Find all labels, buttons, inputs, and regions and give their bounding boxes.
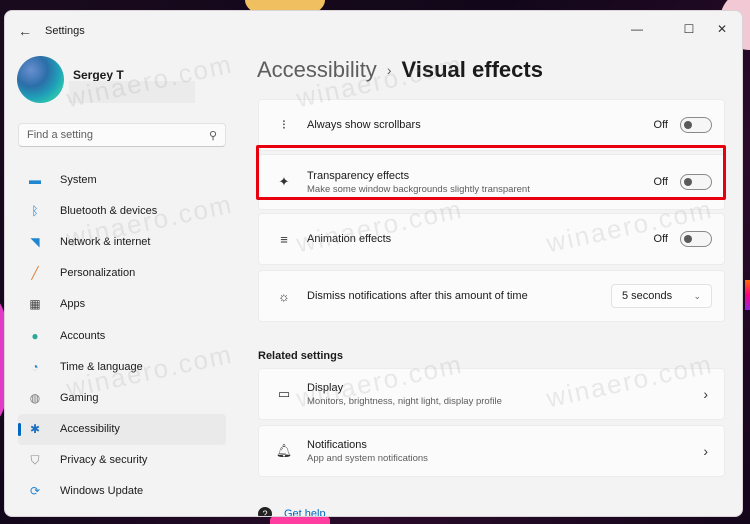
breadcrumb-parent[interactable]: Accessibility — [257, 57, 377, 83]
shield-icon: ⛉ — [30, 452, 40, 467]
related-description: Monitors, brightness, night light, displ… — [307, 395, 502, 407]
dismiss-notifications-label: Dismiss notifications after this amount … — [307, 290, 528, 302]
sidebar-item-apps[interactable]: ▦ Apps — [18, 289, 226, 320]
sidebar-item-label: Apps — [60, 298, 86, 311]
sidebar-item-label: Personalization — [60, 267, 136, 280]
system-icon: ▬ — [29, 172, 41, 187]
apps-icon: ▦ — [29, 297, 41, 312]
profile-email-redacted — [69, 81, 195, 103]
breadcrumb-separator-icon: › — [386, 62, 392, 78]
minimize-button[interactable]: — — [622, 17, 652, 41]
sidebar-item-personalization[interactable]: ╱ Personalization — [18, 258, 226, 289]
toggle-state-label: Off — [653, 119, 668, 131]
chevron-down-icon: ⌄ — [693, 290, 701, 301]
sidebar-item-accessibility[interactable]: ✱ Accessibility — [18, 413, 226, 445]
toggle-switch[interactable] — [680, 231, 712, 247]
back-arrow-icon: ← — [18, 23, 32, 39]
toggle-state-label: Off — [653, 233, 668, 245]
wifi-icon: ◥ — [30, 234, 40, 249]
toggle-switch[interactable] — [680, 174, 712, 190]
wallpaper-blob — [745, 280, 750, 310]
related-notifications-link[interactable]: 🔔︎ Notifications App and system notificati… — [258, 425, 725, 477]
notification-timer-icon: ☼ — [278, 288, 290, 304]
transparency-effectscard: ✦ Transparency effects Make some window ba… — [258, 154, 725, 210]
animation-effectscard: ≡ Animation effects Off — [258, 213, 725, 265]
toggle-state-label: Off — [653, 176, 668, 188]
animation-icon: ≡ — [280, 231, 288, 247]
sidebar-item-label: System — [60, 173, 97, 186]
setting-title: Always show scrollbars — [307, 119, 421, 131]
sidebar-item-label: Network & internet — [60, 235, 151, 248]
sidebar-item-time-language[interactable]: ◔ Time & language — [18, 351, 226, 382]
bluetooth-icon: ᛒ — [31, 203, 39, 218]
sidebar-item-label: Time & language — [60, 360, 143, 373]
setting-description: Make some window backgrounds slightly tr… — [307, 183, 530, 195]
search-box[interactable]: ⚲ — [18, 123, 226, 147]
sidebar-item-accounts[interactable]: ● Accounts — [18, 320, 226, 351]
app-title: Settings — [45, 25, 85, 37]
page-title: Visual effects — [401, 57, 543, 82]
profile-name: Sergey T — [73, 68, 124, 82]
settings-window: ← Settings — ☐ ✕ Sergey T ⚲ ▬ System ᛒ Blue… — [4, 10, 743, 517]
transparency-icon: ✦ — [278, 174, 290, 189]
search-icon[interactable]: ⚲ — [209, 129, 217, 142]
chevron-right-icon: › — [703, 386, 708, 402]
related-description: App and system notifications — [307, 452, 428, 464]
sidebar-item-label: Windows Update — [60, 485, 144, 498]
sidebar-item-label: Accessibility — [60, 423, 120, 436]
sidebar-item-windows-update[interactable]: ⟳ Windows Update — [18, 476, 226, 507]
sidebar-item-bluetooth-devices[interactable]: ᛒ Bluetooth & devices — [18, 195, 226, 226]
back-button[interactable]: ← — [15, 21, 35, 41]
setting-title: Transparency effects — [307, 169, 410, 182]
avatar[interactable] — [17, 56, 64, 103]
related-title: Display — [307, 381, 344, 394]
dropdown-value: 5 seconds — [622, 290, 673, 302]
gamepad-icon: ◍ — [29, 390, 41, 405]
sidebar-item-gaming[interactable]: ◍ Gaming — [18, 382, 226, 413]
dismiss-notifications-card: ☼ Dismiss notifications after this amoun… — [258, 270, 725, 322]
toggle-switch[interactable] — [680, 117, 712, 133]
get-help-label: Get help — [284, 508, 326, 517]
bell-icon: 🔔︎ — [275, 443, 293, 458]
get-help-link[interactable]: ? Get help — [258, 507, 326, 517]
clock-globe-icon: ◔ — [31, 359, 39, 374]
close-button[interactable]: ✕ — [707, 17, 737, 41]
scrollbar-icon: ⁝ — [281, 117, 287, 132]
sidebar-item-privacy-security[interactable]: ⛉ Privacy & security — [18, 445, 226, 476]
sidebar-item-label: Privacy & security — [60, 454, 148, 467]
help-icon: ? — [258, 507, 272, 516]
laptop-icon: ▭ — [277, 386, 291, 401]
update-icon: ⟳ — [29, 484, 41, 499]
sidebar-item-network-internet[interactable]: ◥ Network & internet — [18, 226, 226, 257]
title-bar: ← Settings — ☐ ✕ — [5, 11, 742, 51]
sidebar-item-label: Accounts — [60, 329, 106, 342]
related-display-link[interactable]: ▭ Display Monitors, brightness, night ligh… — [258, 368, 725, 420]
sidebar-item-label: Bluetooth & devices — [60, 204, 158, 217]
search-input[interactable] — [27, 129, 209, 141]
dismiss-time-dropdown[interactable]: 5 seconds ⌄ — [611, 284, 712, 308]
sidebar-item-system[interactable]: ▬ System — [18, 164, 226, 195]
related-title: Notifications — [307, 438, 367, 451]
sidebar-nav: ▬ System ᛒ Bluetooth & devices ◥ Network & in… — [18, 164, 226, 507]
sidebar-item-label: Gaming — [60, 391, 99, 404]
accounts-icon: ● — [31, 328, 39, 343]
related-settings-heading: Related settings — [258, 350, 343, 362]
setting-title: Animation effects — [307, 233, 392, 245]
toggle-group: Off — [654, 117, 712, 133]
chevron-right-icon: › — [703, 443, 708, 459]
toggle-group: Off — [654, 231, 712, 247]
brush-icon: ╱ — [31, 266, 39, 281]
toggle-group: Off — [654, 174, 712, 190]
maximize-button[interactable]: ☐ — [674, 17, 704, 41]
accessibility-icon: ✱ — [29, 422, 41, 437]
breadcrumb: Accessibility › Visual effects — [257, 57, 543, 83]
always-show-scrollbarscard: ⁝ Always show scrollbars Off — [258, 99, 725, 151]
